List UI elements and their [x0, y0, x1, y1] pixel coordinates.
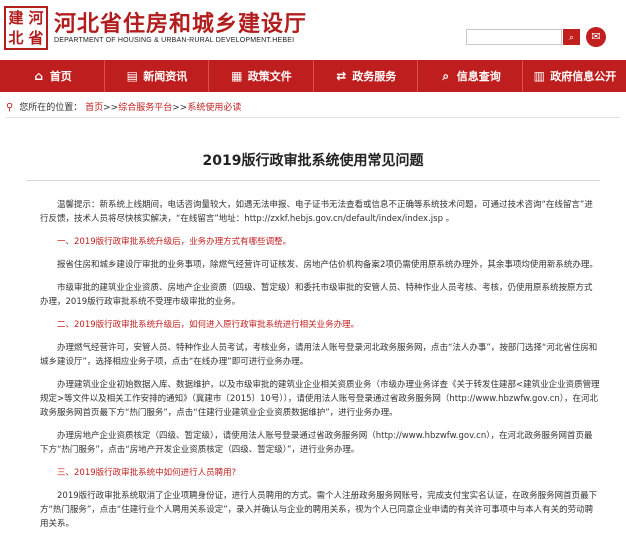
search-icon: ⌕	[568, 32, 575, 42]
nav-item-label: 政务服务	[352, 70, 397, 83]
nav-item-disclosure[interactable]: ▥ 政府信息公开	[523, 60, 626, 92]
search-button[interactable]: ⌕	[563, 29, 580, 45]
search-icon: ⌕	[442, 68, 450, 83]
logo-char: 建	[8, 9, 24, 27]
breadcrumb-separator: >>	[172, 103, 188, 113]
breadcrumb-separator: >>	[103, 103, 119, 113]
site-header: 建 河 北 省 河北省住房和城乡建设厅 DEPARTMENT OF HOUSIN…	[0, 0, 626, 60]
nav-item-policy[interactable]: ▦ 政策文件	[209, 60, 314, 92]
nav-item-services[interactable]: ⇄ 政务服务	[314, 60, 418, 92]
site-title: 河北省住房和城乡建设厅	[54, 12, 308, 37]
article-paragraph: 市级审批的建筑业企业资质、房地产企业资质（四级、暂定级）和委托市级审批的安管人员…	[40, 283, 593, 307]
nav-item-label: 政策文件	[247, 70, 292, 83]
site-subtitle: DEPARTMENT OF HOUSING & URBAN-RURAL DEVE…	[54, 37, 295, 44]
breadcrumb-platform[interactable]: 综合服务平台	[118, 103, 172, 113]
article-body: 温馨提示：新系统上线期间，电话咨询量较大，如遇无法申报、电子证书无法查看或信息不…	[40, 198, 600, 540]
title-divider	[26, 180, 600, 181]
nav-item-label: 新闻资讯	[143, 70, 188, 83]
nav-item-label: 信息查询	[456, 70, 501, 83]
breadcrumb-current[interactable]: 系统使用必读	[187, 103, 241, 113]
nav-item-news[interactable]: ▤ 新闻资讯	[105, 60, 209, 92]
logo-char: 省	[28, 29, 44, 47]
breadcrumb-divider	[6, 117, 620, 118]
logo-seal: 建 河 北 省	[4, 6, 48, 50]
mail-icon: ✉	[591, 30, 601, 43]
nav-item-label: 首页	[49, 70, 72, 83]
section-heading: 二、2019版行政审批系统升级后，如何进入原行政审批系统进行相关业务办理。	[57, 320, 360, 330]
article-paragraph: 办理燃气经营许可，安管人员、特种作业人员考试，考核业务，请用法人账号登录河北政务…	[40, 343, 598, 367]
section-heading: 三、2019版行政审批系统中如何进行人员聘用?	[57, 468, 237, 478]
location-pin-icon: ⚲	[6, 102, 14, 113]
section-heading: 一、2019版行政审批系统升级后，业务办理方式有哪些调整。	[57, 237, 292, 247]
home-icon: ⌂	[34, 69, 44, 83]
news-icon: ▤	[126, 69, 138, 83]
search-input[interactable]	[466, 29, 562, 45]
breadcrumb: ⚲ 您所在的位置： 首页>>综合服务平台>>系统使用必读	[6, 100, 241, 113]
handshake-icon: ⇄	[336, 69, 347, 83]
article-paragraph: 报省住房和城乡建设厅审批的业务事项，除燃气经营许可证核发、房地产估价机构备案2项…	[57, 260, 598, 270]
mail-button[interactable]: ✉	[586, 27, 606, 47]
article-paragraph: 温馨提示：新系统上线期间，电话咨询量较大，如遇无法申报、电子证书无法查看或信息不…	[40, 200, 593, 224]
logo-char: 河	[28, 9, 44, 27]
breadcrumb-home[interactable]: 首页	[85, 103, 103, 113]
document-icon: ▦	[231, 69, 243, 83]
logo-char: 北	[8, 29, 24, 47]
building-icon: ▥	[533, 69, 545, 83]
nav-item-home[interactable]: ⌂ 首页	[0, 60, 105, 92]
nav-item-label: 政府信息公开	[550, 70, 617, 83]
breadcrumb-prefix: 您所在的位置：	[19, 103, 83, 113]
article-paragraph: 办理房地产企业资质核定（四级、暂定级），请使用法人账号登录通过省政务服务网（ht…	[40, 431, 593, 455]
article-paragraph: 办理建筑业企业初始数据入库、数据维护，以及市级审批的建筑业企业相关资质业务（市级…	[40, 380, 600, 418]
nav-item-query[interactable]: ⌕ 信息查询	[418, 60, 523, 92]
main-nav: ⌂ 首页 ▤ 新闻资讯 ▦ 政策文件 ⇄ 政务服务 ⌕ 信息查询 ▥ 政府信息公…	[0, 60, 626, 92]
article-title: 2019版行政审批系统使用常见问题	[202, 153, 424, 169]
article-paragraph: 2019版行政审批系统取消了企业项聘身份证，进行人员聘用的方式。需个人注册政务服…	[40, 491, 598, 529]
